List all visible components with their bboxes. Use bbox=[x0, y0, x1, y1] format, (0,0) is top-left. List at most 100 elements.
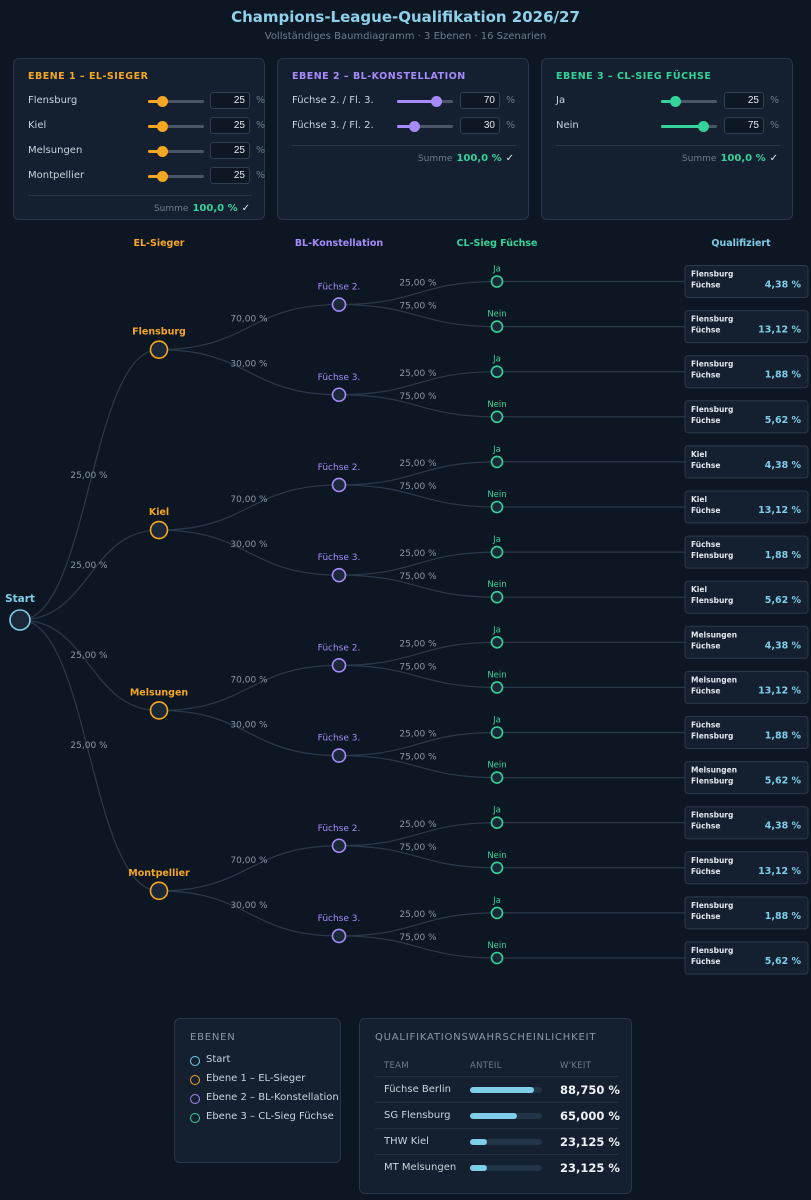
edge-label-bl: 30,00 % bbox=[230, 360, 268, 370]
bl-node[interactable] bbox=[331, 477, 347, 493]
legend-circle-icon bbox=[190, 1094, 200, 1104]
edge-el-bl bbox=[158, 349, 340, 396]
edge-label-cl: 25,00 % bbox=[399, 459, 437, 469]
bl-node[interactable] bbox=[331, 748, 347, 763]
cl-node[interactable] bbox=[490, 410, 504, 424]
cl-node-label: Ja bbox=[492, 445, 501, 455]
outcome-team: Flensburg bbox=[691, 405, 733, 414]
legend-title: EBENEN bbox=[190, 1032, 236, 1043]
legend-label: Ebene 1 – EL-Sieger bbox=[206, 1073, 306, 1084]
table-row: Füchse Berlin 88,750 % bbox=[375, 1076, 620, 1103]
cl-node-label: Nein bbox=[487, 490, 506, 500]
edge-label-cl: 75,00 % bbox=[399, 662, 437, 672]
edge-label-cl: 25,00 % bbox=[399, 910, 437, 920]
edge-label-el: 25,00 % bbox=[70, 561, 108, 571]
outcome-team: Kiel bbox=[691, 585, 707, 594]
cl-node-label: Ja bbox=[492, 896, 501, 906]
team-name: Füchse Berlin bbox=[384, 1084, 451, 1095]
edge-label-cl: 75,00 % bbox=[399, 302, 437, 312]
cl-node[interactable] bbox=[490, 906, 504, 920]
edge-start-el bbox=[19, 349, 160, 621]
cl-node[interactable] bbox=[490, 681, 504, 694]
cl-node[interactable] bbox=[490, 726, 504, 739]
edge-label-cl: 25,00 % bbox=[399, 730, 437, 740]
cl-node-label: Ja bbox=[492, 355, 501, 365]
bl-node-label: Füchse 3. bbox=[318, 553, 361, 563]
edge-label-cl: 75,00 % bbox=[399, 843, 437, 853]
cl-node[interactable] bbox=[490, 455, 504, 469]
el-node[interactable] bbox=[149, 881, 169, 901]
outcome-team: Flensburg bbox=[691, 901, 733, 910]
edge-label-bl: 70,00 % bbox=[230, 675, 268, 685]
el-node[interactable] bbox=[149, 520, 169, 540]
probability-value: 88,750 % bbox=[560, 1083, 620, 1097]
bl-node[interactable] bbox=[331, 928, 347, 944]
outcome-team: Flensburg bbox=[691, 856, 733, 865]
outcome-team: Kiel bbox=[691, 450, 707, 459]
cl-node[interactable] bbox=[490, 320, 504, 333]
cl-node-label: Nein bbox=[487, 400, 506, 410]
cl-node[interactable] bbox=[490, 365, 504, 379]
el-node[interactable] bbox=[149, 340, 169, 359]
outcome-probability: 5,62 % bbox=[765, 415, 802, 426]
cl-node-label: Ja bbox=[492, 265, 501, 275]
cl-node[interactable] bbox=[490, 635, 504, 649]
outcome-probability: 13,12 % bbox=[758, 505, 801, 516]
edge-label-cl: 25,00 % bbox=[399, 820, 437, 830]
outcome-probability: 1,88 % bbox=[765, 550, 802, 561]
edge-label-cl: 75,00 % bbox=[399, 392, 437, 402]
team-name: SG Flensburg bbox=[384, 1110, 451, 1121]
outcome-team: Füchse bbox=[691, 281, 720, 290]
bl-node[interactable] bbox=[331, 297, 347, 312]
edge-start-el bbox=[19, 529, 160, 621]
cl-node-label: Nein bbox=[487, 310, 506, 320]
table-row: SG Flensburg 65,000 % bbox=[375, 1102, 620, 1129]
outcome-team: Füchse bbox=[691, 540, 720, 549]
cl-node[interactable] bbox=[490, 816, 504, 830]
edge-label-cl: 75,00 % bbox=[399, 753, 437, 763]
outcome-team: Füchse bbox=[691, 867, 720, 876]
bl-node[interactable] bbox=[331, 658, 347, 673]
cl-node[interactable] bbox=[490, 771, 504, 784]
edge-el-bl bbox=[158, 303, 340, 351]
cl-node[interactable] bbox=[490, 590, 504, 604]
cl-node[interactable] bbox=[490, 275, 504, 288]
bl-node-label: Füchse 3. bbox=[318, 914, 361, 924]
legend-circle-icon bbox=[190, 1075, 200, 1085]
outcome-team: Füchse bbox=[691, 506, 720, 515]
edge-el-bl bbox=[158, 709, 340, 757]
cl-node[interactable] bbox=[490, 861, 504, 875]
bl-node-label: Füchse 3. bbox=[318, 373, 361, 383]
table-header-share: ANTEIL bbox=[470, 1061, 502, 1071]
edge-label-cl: 25,00 % bbox=[399, 549, 437, 559]
share-bar bbox=[470, 1087, 542, 1093]
outcome-team: Füchse bbox=[691, 822, 720, 831]
edge-el-bl bbox=[158, 529, 340, 576]
cl-node-label: Nein bbox=[487, 580, 506, 590]
bl-node-label: Füchse 2. bbox=[318, 463, 361, 473]
edge-label-cl: 75,00 % bbox=[399, 933, 437, 943]
outcome-probability: 4,38 % bbox=[765, 280, 802, 291]
edge-label-cl: 75,00 % bbox=[399, 572, 437, 582]
outcome-probability: 5,62 % bbox=[765, 595, 802, 606]
bl-node[interactable] bbox=[331, 567, 347, 583]
bl-node[interactable] bbox=[331, 838, 347, 854]
share-bar-fill bbox=[470, 1113, 517, 1119]
outcome-team: Füchse bbox=[691, 912, 720, 921]
outcome-team: Flensburg bbox=[691, 315, 733, 324]
outcome-probability: 1,88 % bbox=[765, 370, 802, 381]
outcome-team: Füchse bbox=[691, 641, 720, 650]
bl-node[interactable] bbox=[331, 387, 347, 403]
team-name: MT Melsungen bbox=[384, 1162, 457, 1173]
el-node[interactable] bbox=[149, 701, 169, 720]
edge-label-bl: 70,00 % bbox=[230, 856, 268, 866]
start-label: Start bbox=[5, 593, 35, 605]
start-node[interactable] bbox=[9, 609, 31, 631]
legend-circle-icon bbox=[190, 1113, 200, 1123]
el-node-label: Flensburg bbox=[132, 327, 186, 338]
cl-node[interactable] bbox=[490, 951, 504, 965]
outcome-team: Flensburg bbox=[691, 270, 733, 279]
cl-node[interactable] bbox=[490, 500, 504, 514]
cl-node-label: Nein bbox=[487, 761, 506, 771]
cl-node[interactable] bbox=[490, 545, 504, 559]
